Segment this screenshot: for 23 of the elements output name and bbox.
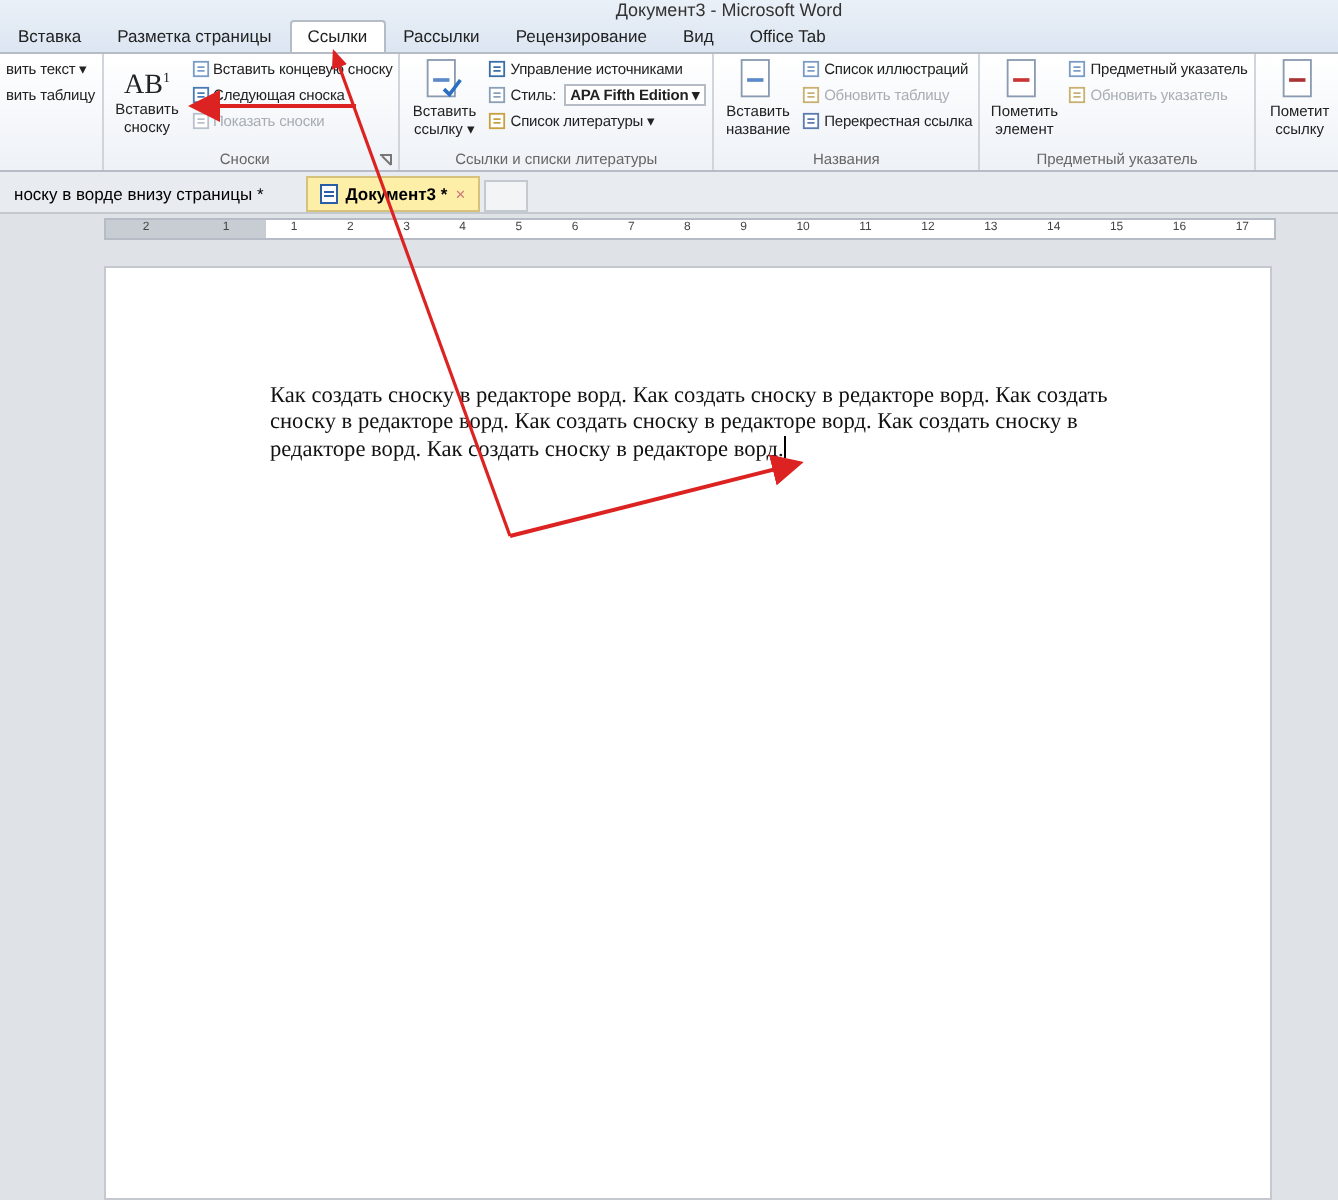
ribbon-tab[interactable]: Вставка	[0, 20, 100, 52]
document-icon	[802, 60, 821, 78]
document-icon	[191, 60, 209, 78]
footnote-icon: AB$^{1}$	[124, 58, 170, 100]
document-icon	[191, 112, 209, 130]
document-icon	[802, 112, 821, 130]
document-icon	[488, 112, 507, 130]
ribbon-tab[interactable]: Office Tab	[731, 20, 844, 52]
document-icon	[319, 184, 338, 204]
document-icon	[802, 86, 821, 104]
ribbon-tab[interactable]: Ссылки	[289, 20, 386, 52]
document-icon	[1068, 60, 1087, 78]
document-icon	[488, 60, 507, 78]
document-icon	[488, 86, 507, 104]
ribbon-tab[interactable]: Вид	[664, 20, 732, 52]
document-icon	[1068, 86, 1087, 104]
ribbon-tab[interactable]: Рецензирование	[497, 20, 665, 52]
document-tab[interactable]: носку в ворде внизу страницы *	[0, 176, 278, 212]
window-title: Документ3 - Microsoft Word	[613, 0, 845, 20]
ribbon-tab[interactable]: Разметка страницы	[99, 20, 290, 52]
document-icon	[424, 58, 465, 102]
ribbon-tab[interactable]: Рассылки	[385, 20, 498, 52]
dialog-launcher-icon[interactable]	[380, 153, 393, 165]
